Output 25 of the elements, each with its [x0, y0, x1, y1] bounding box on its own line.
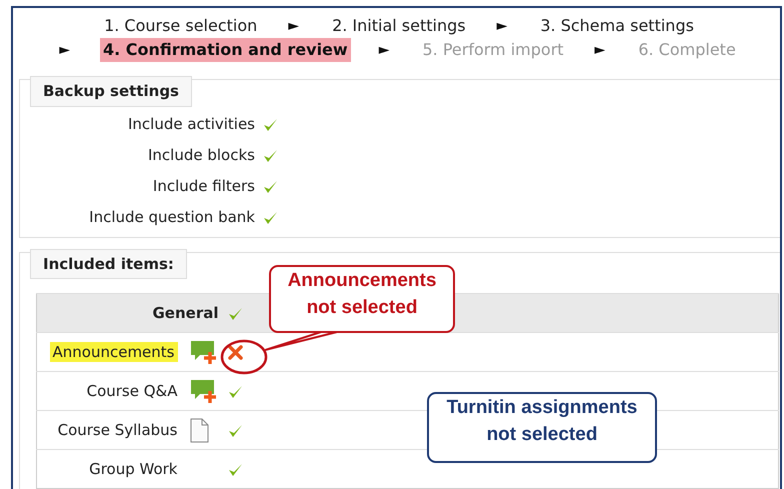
setting-label: Include blocks: [147, 144, 256, 166]
document-icon: [190, 418, 208, 442]
setting-label: Include filters: [152, 176, 256, 197]
step-label: 3. Schema settings: [539, 15, 695, 37]
arrow-icon: ►: [594, 38, 606, 62]
arrow-icon: ►: [288, 14, 300, 38]
forum-icon: [190, 340, 216, 364]
step-label: 4. Confirmation and review: [100, 38, 351, 62]
item-label: Group Work: [89, 460, 178, 478]
step-label: 2. Initial settings: [331, 15, 467, 37]
forum-icon: [190, 378, 216, 404]
callout: Turnitin assignments not selected: [427, 392, 657, 463]
arrow-icon: ►: [59, 38, 70, 62]
step-label: 1. Course selection: [103, 15, 258, 37]
setting-label: Include activities: [127, 114, 256, 135]
highlight-circle: [220, 339, 268, 375]
item-label: Course Q&A: [86, 382, 178, 400]
item-label: Course Syllabus: [58, 420, 178, 439]
step-label: 5. Perform import: [421, 39, 565, 61]
step-label: 6. Complete: [637, 39, 737, 61]
item-label: Announcements: [50, 342, 178, 362]
arrow-icon: ►: [378, 38, 390, 62]
setting-label: Include question bank: [88, 206, 256, 228]
arrow-icon: ►: [496, 14, 508, 38]
section-label: General: [152, 304, 218, 322]
